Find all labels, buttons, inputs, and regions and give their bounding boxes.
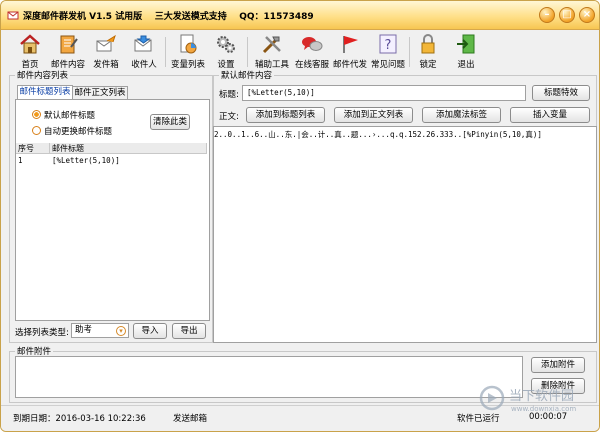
toolbar-label: 邮件代发: [332, 60, 367, 70]
toolbar-label: 退出: [457, 60, 475, 70]
toolbar-label: 在线客服: [294, 60, 329, 70]
toolbar-label: 锁定: [419, 60, 437, 70]
radio-dot: [32, 126, 41, 135]
subject-table: 序号 邮件标题 1 [%Letter(5,10)]: [16, 143, 207, 318]
toolbar-variable-list[interactable]: 变量列表: [169, 33, 207, 71]
toolbar-recipients[interactable]: 收件人: [125, 33, 163, 71]
gears-icon: [217, 36, 235, 53]
toolbar-exit[interactable]: 退出: [447, 33, 485, 71]
clear-category-button[interactable]: 清除此类: [150, 114, 190, 130]
svg-text:?: ?: [385, 38, 392, 53]
tab-body-list[interactable]: 邮件正文列表: [72, 86, 128, 100]
add-magic-tag-button[interactable]: 添加魔法标签: [422, 107, 501, 123]
export-button[interactable]: 导出: [172, 323, 206, 339]
toolbar: 首页 邮件内容 发件箱 收件人 变量列表 设置 辅助工具 在线客服 邮件代发 ?…: [7, 33, 593, 71]
watermark-name: 当下软件园: [509, 389, 575, 404]
toolbar-mail-content[interactable]: 邮件内容: [49, 33, 87, 71]
radio-dot: [32, 110, 41, 119]
radio-auto-subject[interactable]: 自动更换邮件标题: [32, 125, 112, 137]
watermark-logo-icon: [479, 385, 505, 411]
toolbar-aux-tools[interactable]: 辅助工具: [253, 33, 291, 71]
body-text: 2..0..1..6..山..东.|会..计..真..题...›...q.q.1…: [214, 130, 542, 139]
subject-input[interactable]: [%Letter(5,10)]: [242, 85, 526, 101]
toolbar-home[interactable]: 首页: [11, 33, 49, 71]
toolbar-separator: [247, 37, 248, 67]
default-mail-content-label: 默认邮件内容: [219, 69, 275, 81]
attachments-list[interactable]: [15, 356, 523, 398]
sending-mailbox: 发送邮箱: [173, 414, 208, 424]
close-button[interactable]: ×: [579, 7, 595, 23]
red-flag-icon: [343, 36, 358, 53]
add-to-subject-list-button[interactable]: 添加到标题列表: [246, 107, 325, 123]
toolbar-separator: [165, 37, 166, 67]
list-type-select[interactable]: 助考 ▾: [71, 323, 129, 338]
outbox-icon: [96, 34, 116, 52]
toolbar-outbox[interactable]: 发件箱: [87, 33, 125, 71]
toolbar-label: 常见问题: [370, 60, 405, 70]
add-to-body-list-button[interactable]: 添加到正文列表: [334, 107, 413, 123]
import-button[interactable]: 导入: [133, 323, 167, 339]
toolbar-lock[interactable]: 锁定: [409, 33, 447, 71]
notebook-icon: [60, 35, 78, 54]
toolbar-proxy-send[interactable]: 邮件代发: [331, 33, 369, 71]
list-type-value: 助考: [75, 325, 93, 335]
minimize-button[interactable]: –: [539, 7, 555, 23]
add-attachment-button[interactable]: 添加附件: [531, 357, 585, 373]
watermark-site: www.downxia.com: [511, 405, 577, 413]
maximize-button[interactable]: □: [559, 7, 575, 23]
chat-bubbles-icon: [302, 37, 323, 51]
expiry-date: 到期日期：2016-03-16 10:22:36: [13, 414, 146, 424]
toolbar-settings[interactable]: 设置: [207, 33, 245, 71]
insert-variable-button[interactable]: 插入变量: [510, 107, 590, 123]
radio-label: 默认邮件标题: [44, 111, 96, 121]
subject-effect-button[interactable]: 标题特效: [532, 85, 590, 101]
toolbar-label: 变量列表: [170, 60, 205, 70]
body-editor[interactable]: 2..0..1..6..山..东.|会..计..真..题...›...q.q.1…: [213, 126, 597, 343]
toolbar-label: 收件人: [131, 60, 157, 70]
toolbar-online-service[interactable]: 在线客服: [293, 33, 331, 71]
column-header-subject[interactable]: 邮件标题: [50, 143, 207, 154]
exit-icon: [457, 34, 475, 54]
toolbar-faq[interactable]: ? 常见问题: [369, 33, 407, 71]
chevron-down-icon[interactable]: ▾: [116, 326, 126, 336]
recipients-icon: [134, 35, 152, 52]
home-icon: [20, 34, 40, 54]
subject-label: 标题:: [219, 90, 239, 100]
site-watermark: 当下软件园 www.downxia.com: [479, 381, 594, 423]
subject-list-panel: 默认邮件标题 自动更换邮件标题 清除此类 序号 邮件标题 1 [%Letter(…: [15, 99, 210, 321]
column-header-index[interactable]: 序号: [16, 143, 50, 154]
app-logo-icon: [7, 11, 19, 20]
row-subject: [%Letter(5,10)]: [52, 156, 120, 165]
padlock-icon: [421, 34, 435, 54]
toolbar-label: 发件箱: [93, 60, 119, 70]
mail-content-list-label: 邮件内容列表: [15, 69, 71, 81]
title-bar[interactable]: 深度邮件群发机 V1.5 试用版 三大发送模式支持 QQ：11573489 – …: [1, 1, 599, 30]
row-index: 1: [18, 156, 23, 165]
radio-label: 自动更换邮件标题: [44, 127, 113, 137]
document-chart-icon: [180, 34, 197, 54]
tab-subject-list[interactable]: 邮件标题列表: [17, 85, 73, 100]
radio-default-subject[interactable]: 默认邮件标题: [32, 109, 95, 121]
window-title: 深度邮件群发机 V1.5 试用版 三大发送模式支持 QQ：11573489: [23, 12, 314, 22]
body-label: 正文:: [219, 112, 239, 122]
tools-icon: [262, 36, 281, 54]
question-icon: ?: [379, 34, 397, 54]
list-type-label: 选择列表类型:: [15, 328, 69, 338]
app-window: 深度邮件群发机 V1.5 试用版 三大发送模式支持 QQ：11573489 – …: [0, 0, 600, 432]
